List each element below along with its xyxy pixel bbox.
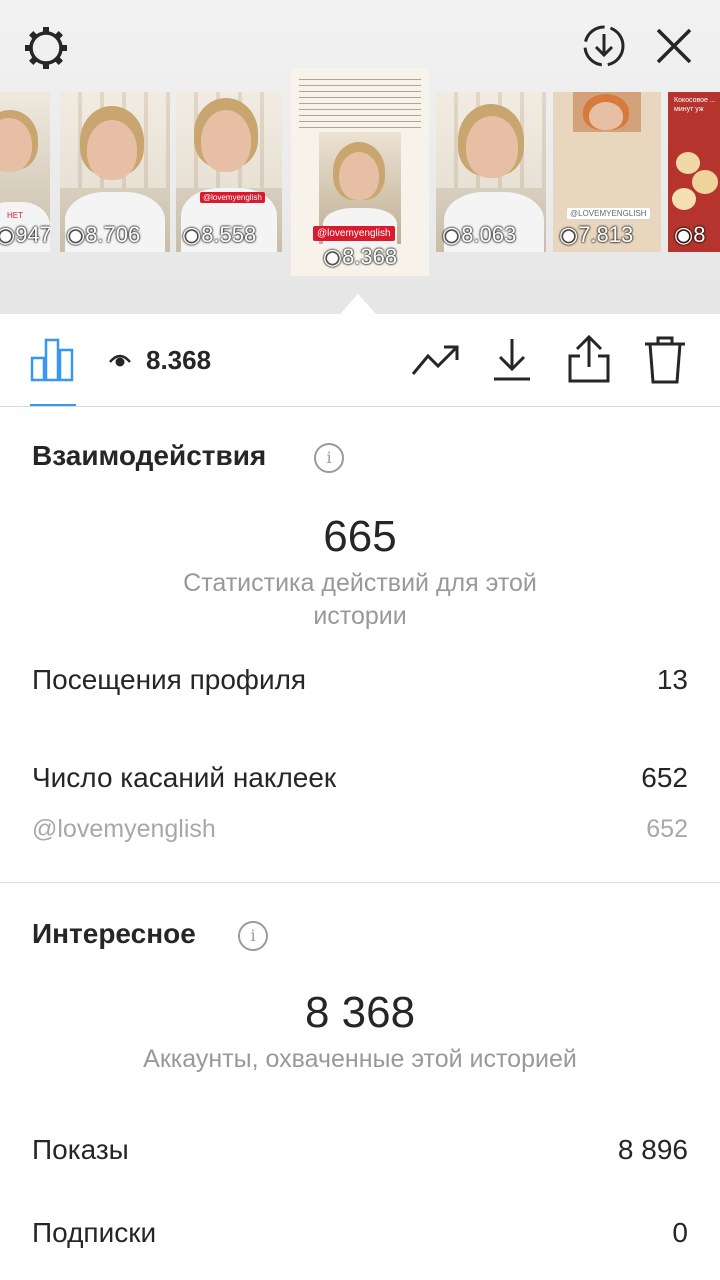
sticker-mention-label[interactable]: @lovemyenglish (32, 815, 216, 844)
sticker-taps-value: 652 (641, 762, 688, 793)
delete-trash-icon[interactable] (642, 334, 688, 386)
sticker-taps-label: Число касаний наклеек (32, 762, 337, 793)
download-icon[interactable] (492, 336, 532, 382)
interactions-title: Взаимодействия (32, 440, 267, 471)
story-title: Кокосовое ... минут уж (674, 97, 716, 113)
share-icon[interactable] (566, 334, 612, 384)
promote-trend-icon[interactable] (410, 340, 462, 380)
story-thumbnail[interactable]: @LOVEMYENGLISH ◉7.813 (553, 92, 661, 252)
section-divider (0, 882, 720, 883)
eye-icon (109, 354, 131, 367)
story-thumbnail[interactable]: ◉8.706 (60, 92, 170, 252)
story-views: ◉947 (0, 222, 50, 247)
story-views: ◉8 (674, 222, 706, 247)
stories-strip: НЕТ ◉947 ◉8.706 @lovemyenglish ◉8.558 @l… (0, 0, 720, 314)
profile-visits-value: 13 (656, 664, 688, 695)
discovery-info-icon[interactable]: i (238, 921, 268, 951)
impressions-value: 8 896 (617, 1134, 688, 1165)
discovery-total: 8 368 (304, 988, 416, 1037)
story-views: ◉8.368 (322, 244, 398, 269)
interactions-total: 665 (323, 512, 397, 561)
story-note: НЕТ (7, 211, 23, 220)
discovery-title: Интересное (32, 918, 196, 949)
discovery-caption: Аккаунты, охваченные этой историей (143, 1045, 577, 1073)
story-thumbnail[interactable]: ◉8.063 (436, 92, 546, 252)
interactions-caption: Статистика действий для этой истории (183, 569, 537, 630)
story-thumbnail-selected[interactable]: @lovemyenglish ◉8.368 (291, 68, 429, 276)
follows-label: Подписки (32, 1217, 157, 1248)
story-views: ◉8.558 (182, 222, 257, 247)
selected-story-pointer (340, 294, 376, 314)
story-tag: @lovemyenglish (200, 192, 265, 203)
insights-bar-chart-icon[interactable] (30, 336, 76, 382)
story-views-count: 8.368 (146, 345, 212, 375)
story-tag: @LOVEMYENGLISH (567, 208, 650, 219)
interactions-info-icon[interactable]: i (314, 443, 344, 473)
story-thumbnail[interactable]: @lovemyenglish ◉8.558 (176, 92, 282, 252)
story-thumbnail[interactable]: Кокосовое ... минут уж ◉8 (668, 92, 720, 252)
story-views: ◉8.063 (442, 222, 517, 247)
active-tab-indicator (30, 404, 76, 406)
profile-visits-label: Посещения профиля (32, 664, 307, 695)
story-views: ◉7.813 (559, 222, 634, 247)
story-tag: @lovemyenglish (313, 226, 395, 241)
story-views: ◉8.706 (66, 222, 141, 247)
story-thumbnail[interactable]: НЕТ ◉947 (0, 92, 50, 252)
impressions-label: Показы (32, 1134, 129, 1165)
sticker-mention-value: 652 (646, 815, 688, 843)
follows-value: 0 (672, 1217, 688, 1248)
